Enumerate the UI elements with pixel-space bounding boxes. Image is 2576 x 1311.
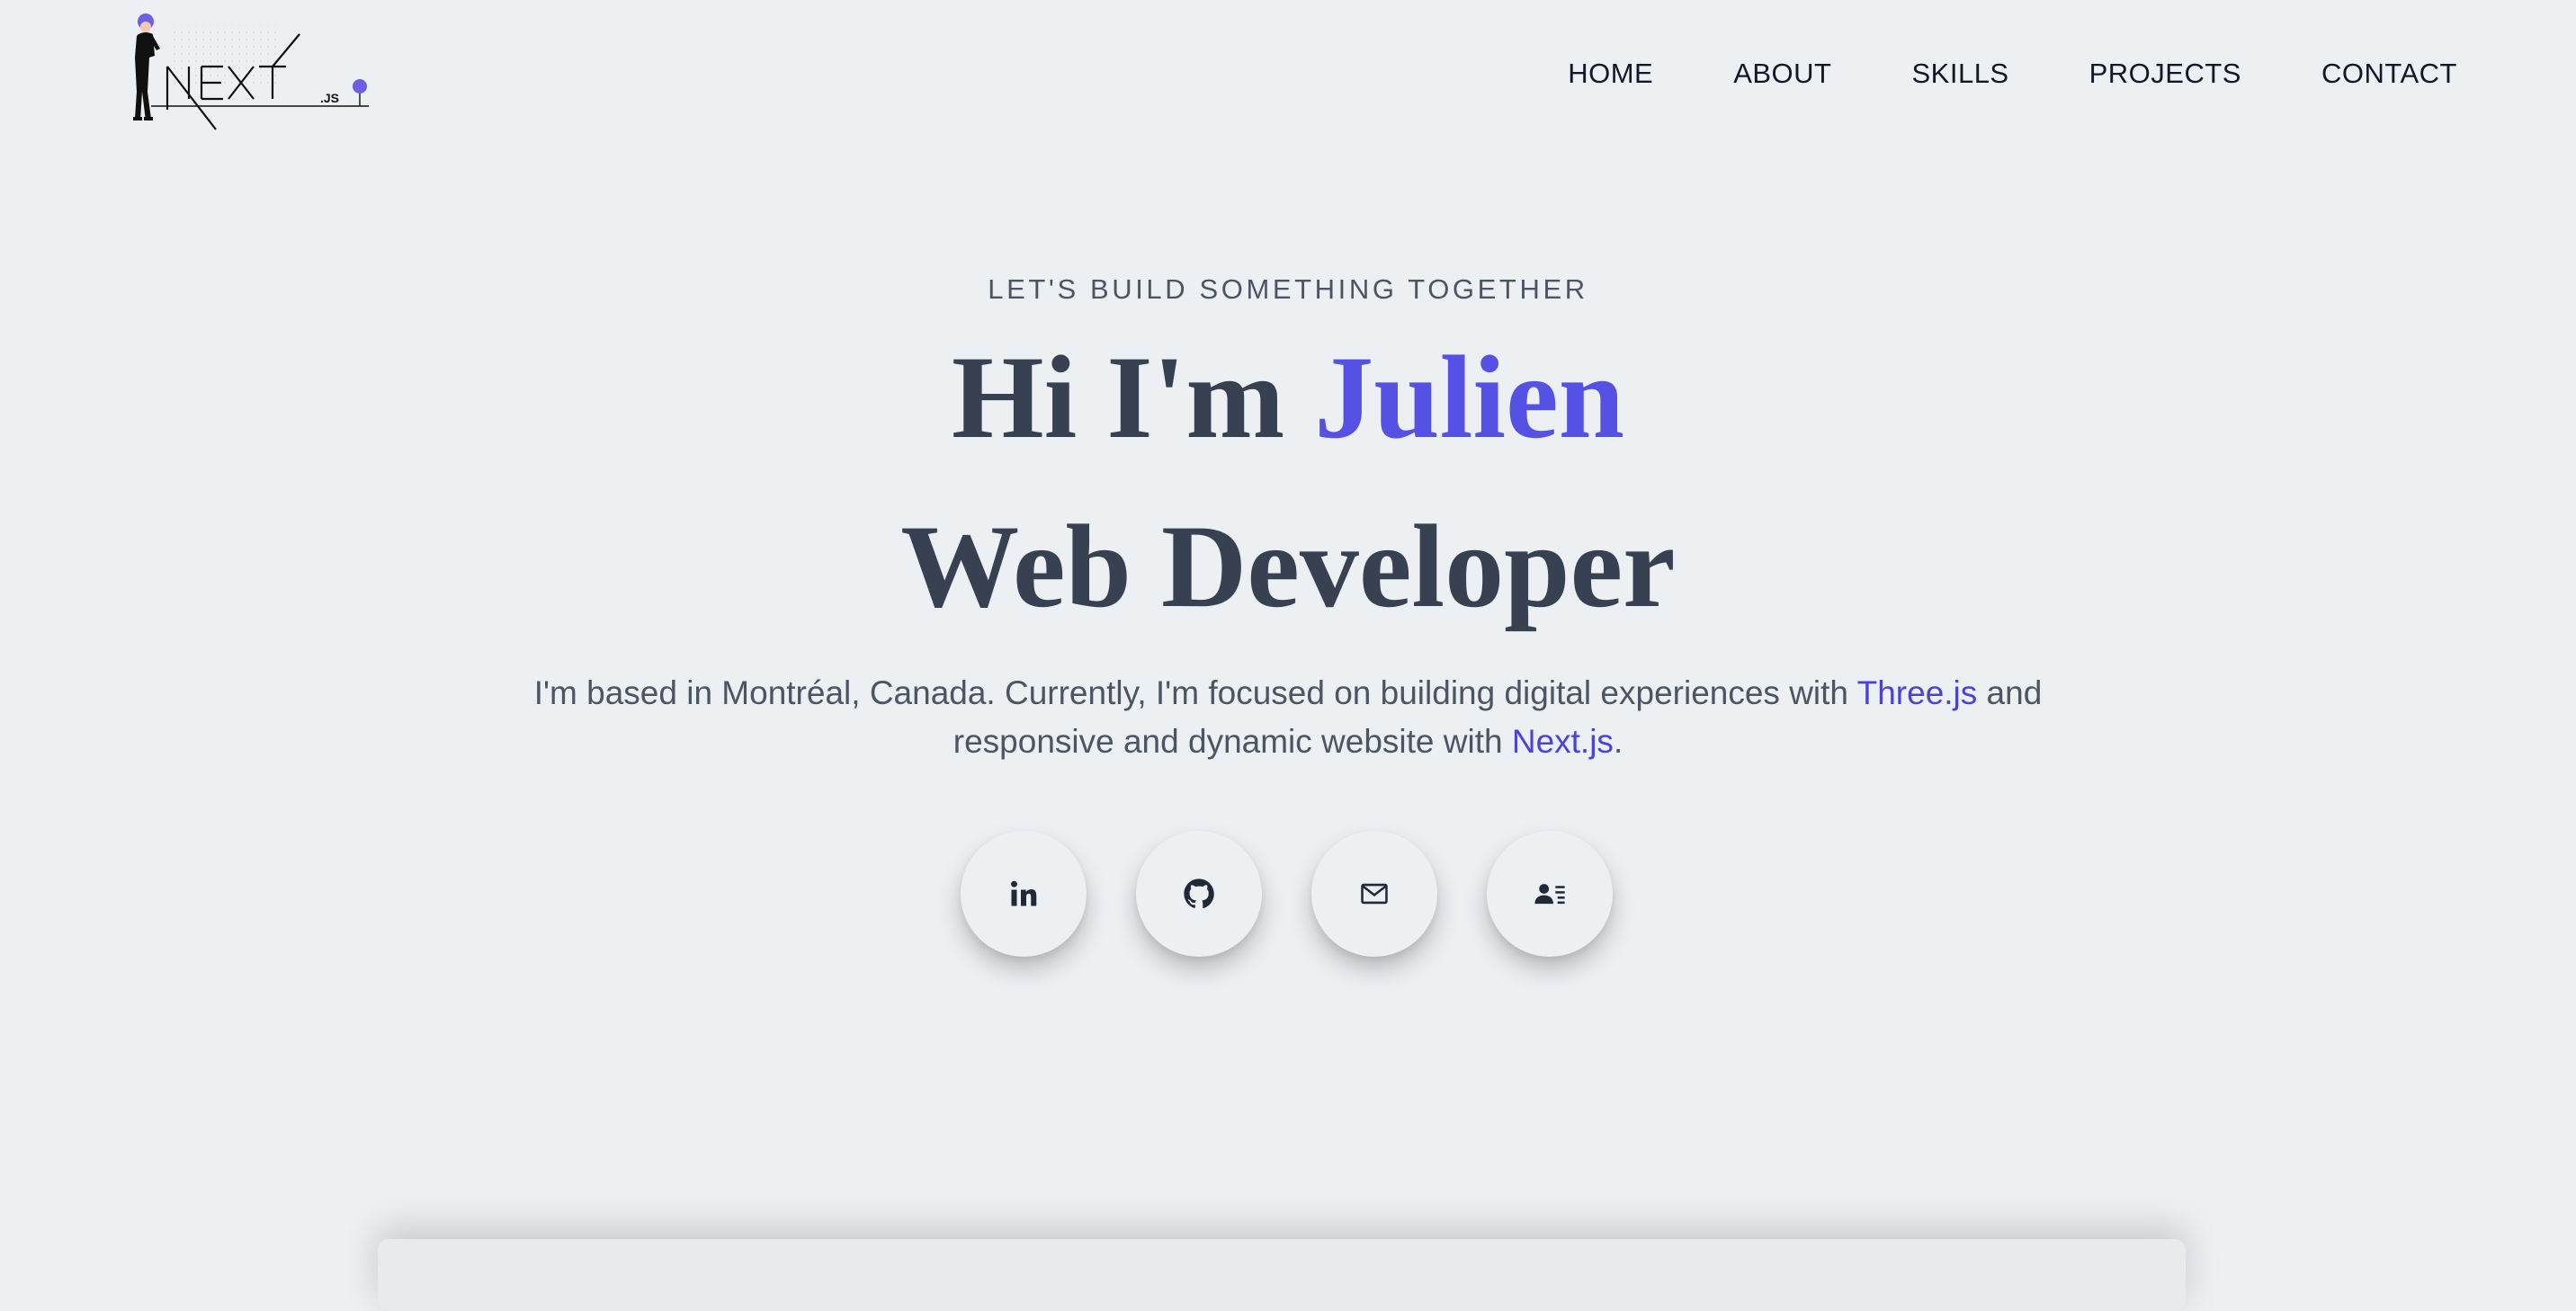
hero-name: Julien <box>1314 331 1625 463</box>
intro-text-1: I'm based in Montréal, Canada. Currently… <box>533 674 1857 711</box>
greeting-text: Hi I'm <box>951 331 1315 463</box>
hero-greeting-heading: Hi I'm Julien <box>0 326 2576 469</box>
hero-role-heading: Web Developer <box>900 500 1676 632</box>
intro-text-3: . <box>1613 723 1623 760</box>
svg-text:.JS: .JS <box>320 91 339 105</box>
contact-card-icon <box>1534 884 1565 905</box>
hero-eyebrow: LET'S BUILD SOMETHING TOGETHER <box>988 273 1588 305</box>
mail-icon <box>1361 883 1388 905</box>
person-figure-icon <box>133 13 160 120</box>
nav-home-link[interactable]: HOME <box>1568 56 1653 92</box>
resume-button[interactable] <box>1487 831 1613 957</box>
main-menu: HOME ABOUT SKILLS PROJECTS CONTACT <box>1568 56 2457 92</box>
nav-projects-link[interactable]: PROJECTS <box>2089 56 2241 92</box>
nav-skills-link[interactable]: SKILLS <box>1911 56 2008 92</box>
site-logo[interactable]: .JS <box>115 9 376 135</box>
threejs-link[interactable]: Three.js <box>1857 674 1978 711</box>
github-icon <box>1184 878 1214 909</box>
nextjs-link[interactable]: Next.js <box>1512 723 1614 760</box>
next-section-card <box>378 1239 2186 1311</box>
nav-contact-link[interactable]: CONTACT <box>2321 56 2457 92</box>
linkedin-icon <box>1011 880 1037 906</box>
github-button[interactable] <box>1136 831 1262 957</box>
nextjs-logo-illustration: .JS <box>133 13 369 130</box>
linkedin-button[interactable] <box>961 831 1087 957</box>
social-links <box>961 831 1613 957</box>
hero-intro-paragraph: I'm based in Montréal, Canada. Currently… <box>468 669 2108 766</box>
top-nav: .JS HOME ABOUT SKILLS PROJECTS CONTACT <box>0 0 2576 147</box>
email-button[interactable] <box>1311 831 1437 957</box>
nav-about-link[interactable]: ABOUT <box>1733 56 1831 92</box>
